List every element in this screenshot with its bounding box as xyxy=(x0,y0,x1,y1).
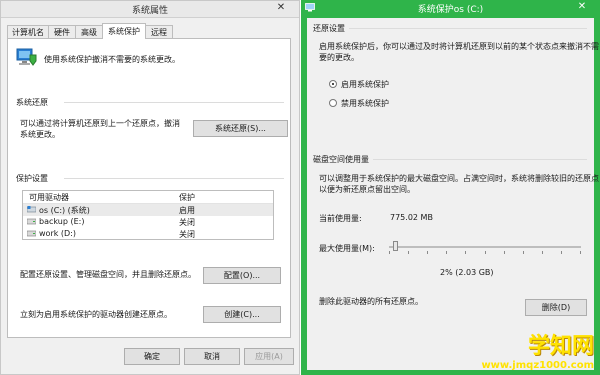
drive-row[interactable]: backup (E:) 关闭 xyxy=(23,216,273,228)
system-properties-window: 系统属性 ✕ 计算机名 硬件 高级 系统保护 远程 使用系统保护撤消不需要的系统… xyxy=(0,0,300,375)
restore-desc-line2: 系统更改。 xyxy=(20,130,60,139)
delete-button[interactable]: 删除(D) xyxy=(525,299,587,316)
tab-remote[interactable]: 远程 xyxy=(145,25,173,38)
system-protection-dialog: 系统保护os (C:) ✕ 还原设置 启用系统保护后，你可以通过及时将计算机还原… xyxy=(301,0,600,375)
enable-protection-radio[interactable] xyxy=(329,80,337,88)
restore-desc-line1: 可以通过将计算机还原到上一个还原点，撤消 xyxy=(20,119,180,128)
tab-system-protection[interactable]: 系统保护 xyxy=(102,23,146,39)
window-title: 系统属性 xyxy=(131,6,168,16)
drive-name: os (C:) (系统) xyxy=(39,206,90,215)
slider-tick xyxy=(523,251,524,254)
close-button[interactable]: ✕ xyxy=(568,0,596,14)
drive-icon xyxy=(27,230,36,237)
system-drive-icon xyxy=(27,206,36,213)
slider-tick xyxy=(408,251,409,254)
max-usage-label: 最大使用量(M): xyxy=(319,244,375,253)
current-usage-label: 当前使用量: xyxy=(319,214,362,223)
slider-tick xyxy=(504,251,505,254)
watermark-url: www.jmqz1000.com xyxy=(481,360,594,371)
disable-protection-radio[interactable] xyxy=(329,99,337,107)
tab-hardware[interactable]: 硬件 xyxy=(48,25,76,38)
divider xyxy=(373,159,587,160)
slider-tick xyxy=(580,251,581,254)
disk-usage-desc-line2: 以便为新还原点留出空间。 xyxy=(319,185,415,194)
drive-protection-status: 关闭 xyxy=(179,218,195,227)
current-usage-value: 775.02 MB xyxy=(390,213,433,222)
max-usage-slider[interactable] xyxy=(389,240,581,256)
list-header: 可用驱动器 保护 xyxy=(23,191,273,204)
disk-usage-heading: 磁盘空间使用量 xyxy=(313,155,369,164)
create-desc: 立刻为启用系统保护的驱动器创建还原点。 xyxy=(20,310,172,319)
ok-button[interactable]: 确定 xyxy=(124,348,180,365)
slider-thumb[interactable] xyxy=(393,241,398,251)
disable-protection-label[interactable]: 禁用系统保护 xyxy=(341,98,389,109)
cancel-button[interactable]: 取消 xyxy=(184,348,240,365)
dialog-content: 还原设置 启用系统保护后，你可以通过及时将计算机还原到以前的某个状态点来撤消不需… xyxy=(307,18,599,370)
intro-text: 使用系统保护撤消不需要的系统更改。 xyxy=(44,55,180,64)
slider-tick xyxy=(485,251,486,254)
window-title: 系统保护os (C:) xyxy=(417,5,484,15)
slider-tick xyxy=(465,251,466,254)
divider xyxy=(64,102,284,103)
system-protection-panel: 使用系统保护撤消不需要的系统更改。 系统还原 可以通过将计算机还原到上一个还原点… xyxy=(7,38,291,338)
restore-settings-desc-line1: 启用系统保护后，你可以通过及时将计算机还原到以前的某个状态点来撤消不需 xyxy=(319,42,599,51)
computer-shield-icon xyxy=(16,48,37,66)
title-bar: 系统保护os (C:) ✕ xyxy=(301,0,600,16)
max-usage-value: 2% (2.03 GB) xyxy=(440,268,494,277)
tab-computer-name[interactable]: 计算机名 xyxy=(7,25,49,38)
apply-button[interactable]: 应用(A) xyxy=(244,348,294,365)
create-button[interactable]: 创建(C)... xyxy=(203,306,281,323)
divider xyxy=(349,28,587,29)
drive-icon xyxy=(27,218,36,225)
drive-row[interactable]: os (C:) (系统) 启用 xyxy=(23,204,273,216)
tab-advanced[interactable]: 高级 xyxy=(75,25,103,38)
drive-name: work (D:) xyxy=(39,229,76,238)
title-bar: 系统属性 ✕ xyxy=(1,1,299,18)
drive-protection-status: 关闭 xyxy=(179,230,195,239)
slider-tick xyxy=(389,251,390,254)
protection-settings-heading: 保护设置 xyxy=(16,174,48,183)
restore-settings-heading: 还原设置 xyxy=(313,24,345,33)
column-header-drives: 可用驱动器 xyxy=(29,193,69,202)
disk-usage-desc-line1: 可以调整用于系统保护的最大磁盘空间。占满空间时，系统将删除较旧的还原点 xyxy=(319,174,599,183)
system-restore-heading: 系统还原 xyxy=(16,98,48,107)
divider xyxy=(64,178,284,179)
delete-restore-points-desc: 删除此驱动器的所有还原点。 xyxy=(319,297,423,306)
drive-list: 可用驱动器 保护 os (C:) (系统) 启用 backup (E:) 关闭 xyxy=(22,190,274,240)
slider-tick xyxy=(542,251,543,254)
slider-tick xyxy=(427,251,428,254)
restore-settings-desc-line2: 要的更改。 xyxy=(319,53,359,62)
slider-tick xyxy=(446,251,447,254)
drive-name: backup (E:) xyxy=(39,217,85,226)
configure-button[interactable]: 配置(O)... xyxy=(203,267,281,284)
configure-desc: 配置还原设置、管理磁盘空间，并且删除还原点。 xyxy=(20,270,196,279)
drive-protection-status: 启用 xyxy=(179,206,195,215)
watermark-logo: 学知网 www.jmqz1000.com xyxy=(481,328,594,371)
system-restore-button[interactable]: 系统还原(S)... xyxy=(193,120,288,137)
close-button[interactable]: ✕ xyxy=(267,1,295,15)
watermark-title: 学知网 xyxy=(527,334,594,359)
slider-track xyxy=(389,246,581,248)
slider-tick xyxy=(561,251,562,254)
enable-protection-label[interactable]: 启用系统保护 xyxy=(341,79,389,90)
drive-row[interactable]: work (D:) 关闭 xyxy=(23,228,273,240)
column-header-protection: 保护 xyxy=(179,193,195,202)
